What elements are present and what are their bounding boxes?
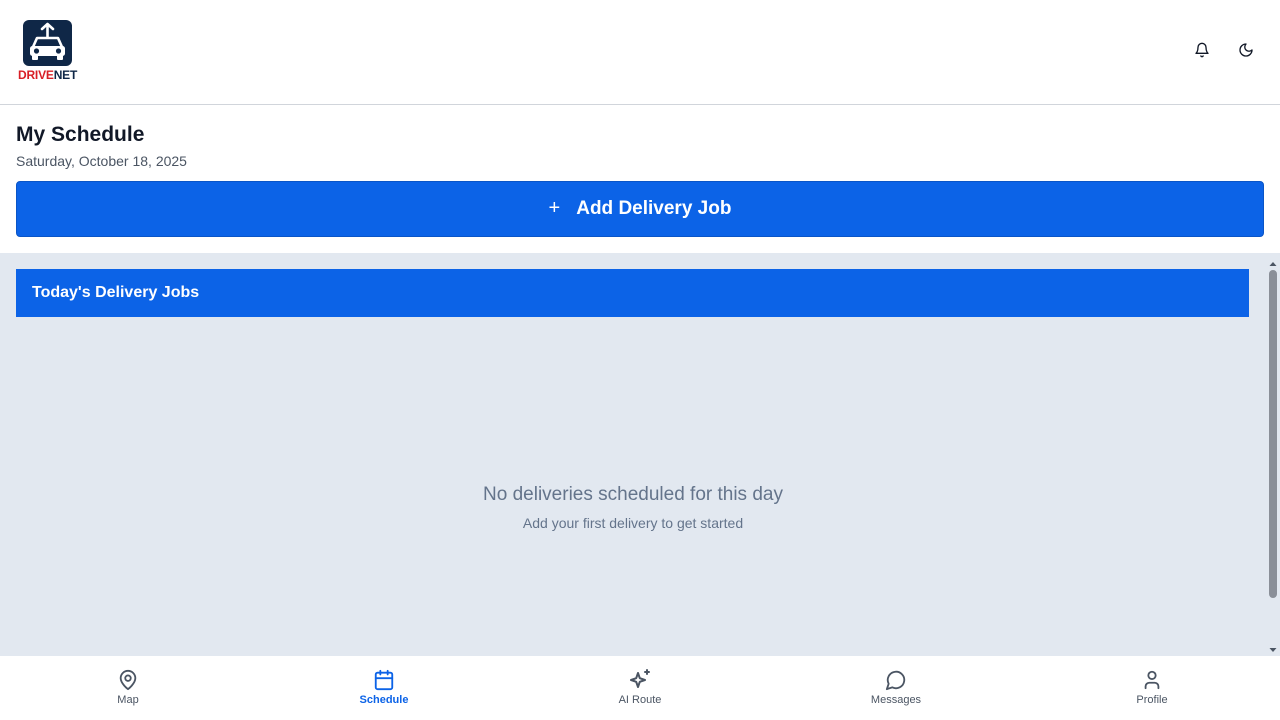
sparkles-icon [628, 668, 652, 692]
logo-text-net: NET [53, 68, 78, 82]
scroll-up-arrow-icon[interactable] [1268, 256, 1278, 266]
scroll-down-arrow-icon[interactable] [1268, 642, 1278, 652]
nav-label-schedule: Schedule [359, 694, 409, 706]
jobs-panel-header: Today's Delivery Jobs [16, 269, 1249, 317]
nav-item-profile[interactable]: Profile [1024, 656, 1280, 720]
add-delivery-job-label: Add Delivery Job [576, 198, 732, 219]
nav-label-messages: Messages [870, 694, 922, 706]
moon-icon [1238, 42, 1254, 63]
empty-state-title: No deliveries scheduled for this day [483, 484, 783, 505]
empty-state-subtitle: Add your first delivery to get started [522, 515, 744, 531]
plus-icon: + [548, 196, 561, 219]
nav-label-map: Map [117, 694, 139, 706]
nav-item-messages[interactable]: Messages [768, 656, 1024, 720]
map-pin-icon [116, 668, 140, 692]
scrollbar-thumb[interactable] [1269, 270, 1277, 598]
bottom-navigation: Map Schedule AI Route Messages Profile [0, 656, 1280, 720]
nav-item-ai-route[interactable]: AI Route [512, 656, 768, 720]
notifications-button[interactable] [1190, 40, 1214, 64]
bell-icon [1194, 42, 1210, 63]
delivery-jobs-panel: Today's Delivery Jobs No deliveries sche… [0, 253, 1266, 656]
app-header: DRIVENET [0, 0, 1280, 105]
drivenet-logo[interactable]: DRIVENET [18, 20, 78, 82]
logo-wordmark: DRIVENET [18, 68, 77, 82]
nav-label-ai-route: AI Route [618, 694, 662, 706]
theme-toggle-button[interactable] [1234, 40, 1258, 64]
content-scrollbar[interactable] [1266, 253, 1280, 656]
page-date: Saturday, October 18, 2025 [16, 153, 187, 169]
user-icon [1140, 668, 1164, 692]
nav-item-map[interactable]: Map [0, 656, 256, 720]
logo-text-drive: DRIVE [18, 68, 54, 82]
car-upload-icon [23, 20, 72, 66]
nav-item-schedule[interactable]: Schedule [256, 656, 512, 720]
chat-bubble-icon [884, 668, 908, 692]
calendar-icon [372, 668, 396, 692]
nav-label-profile: Profile [1136, 694, 1168, 706]
page-title-block: My Schedule Saturday, October 18, 2025 [16, 122, 187, 170]
add-delivery-job-button[interactable]: + Add Delivery Job [16, 181, 1264, 237]
page-title: My Schedule [16, 123, 145, 146]
empty-state: No deliveries scheduled for this day Add… [0, 483, 1266, 531]
